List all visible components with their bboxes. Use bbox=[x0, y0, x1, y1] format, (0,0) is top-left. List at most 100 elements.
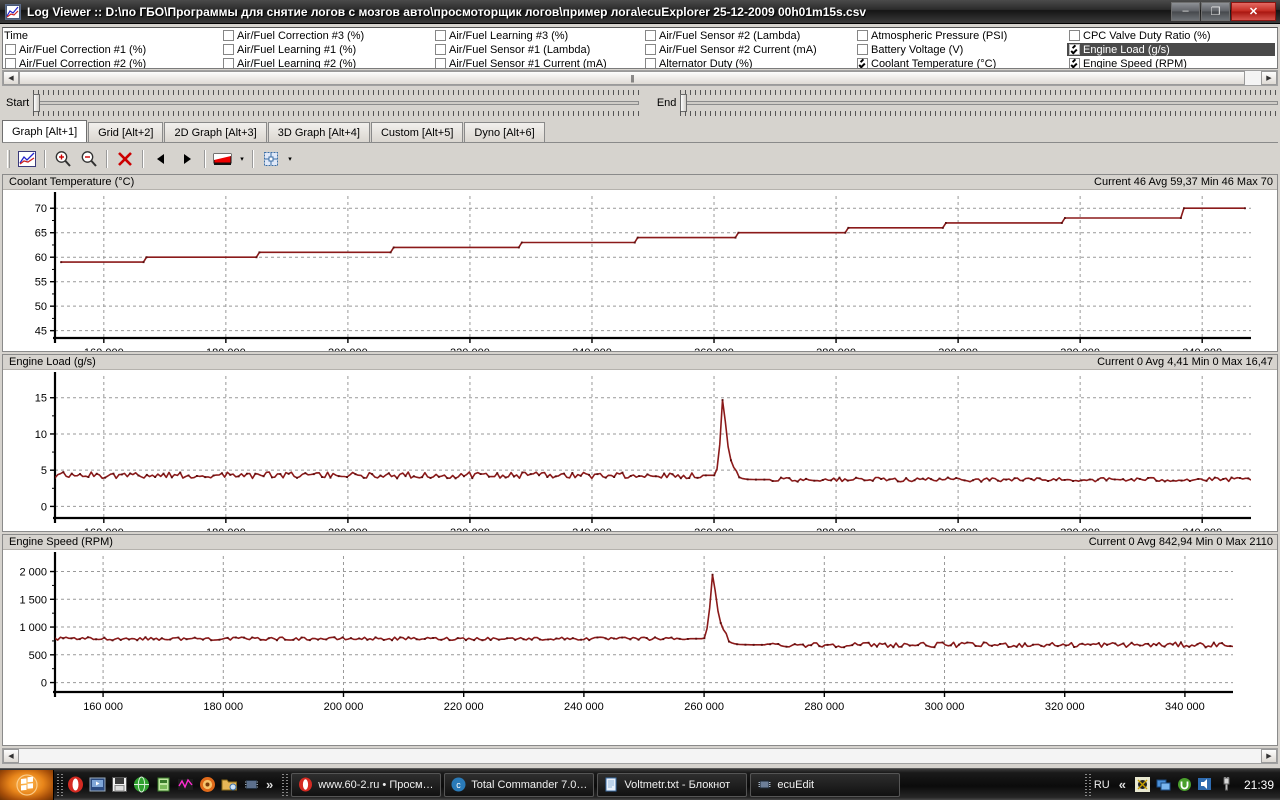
opera-icon[interactable] bbox=[66, 776, 84, 794]
graph-properties-icon[interactable] bbox=[15, 148, 39, 170]
channel-checkbox[interactable] bbox=[5, 58, 16, 68]
channel-checkbox[interactable] bbox=[857, 30, 868, 41]
close-button[interactable]: ✕ bbox=[1231, 1, 1276, 21]
quicklaunch-overflow-icon[interactable]: » bbox=[266, 777, 273, 792]
channel-item[interactable]: Air/Fuel Learning #3 (%) bbox=[433, 29, 641, 42]
chart-plot-area[interactable]: 45 50 55 60 65 70 160 000 180 000 200 000 220 000… bbox=[3, 190, 1277, 351]
taskbar-clock[interactable]: 21:39 bbox=[1244, 778, 1274, 792]
chart-panel[interactable]: Coolant Temperature (°C) Current 46 Avg 5… bbox=[2, 174, 1278, 352]
scroll-right-icon[interactable]: ▶ bbox=[1261, 71, 1277, 85]
quicklaunch-grip[interactable] bbox=[57, 773, 63, 796]
channel-item[interactable]: Air/Fuel Correction #3 (%) bbox=[221, 29, 429, 42]
restore-button[interactable]: ❐ bbox=[1201, 1, 1230, 21]
tab-dyno[interactable]: Dyno [Alt+6] bbox=[464, 122, 545, 142]
channel-checkbox[interactable] bbox=[857, 44, 868, 55]
media-player-icon[interactable] bbox=[88, 776, 106, 794]
channel-checkbox[interactable] bbox=[645, 44, 656, 55]
zoom-out-icon[interactable] bbox=[77, 148, 101, 170]
channel-item[interactable]: Engine Load (g/s) bbox=[1067, 43, 1275, 56]
quicklaunch-bar[interactable] bbox=[66, 776, 260, 794]
slider-track[interactable] bbox=[33, 101, 639, 105]
channel-item[interactable]: Engine Speed (RPM) bbox=[1067, 57, 1275, 68]
channel-checkbox[interactable] bbox=[1069, 44, 1080, 55]
channel-list-scrollbar[interactable]: ◀ ||| ▶ bbox=[2, 70, 1278, 86]
minimize-button[interactable]: – bbox=[1171, 1, 1200, 21]
channel-item[interactable]: Alternator Duty (%) bbox=[643, 57, 851, 68]
channel-item[interactable]: Air/Fuel Sensor #2 Current (mA) bbox=[643, 43, 851, 56]
tab-grid[interactable]: Grid [Alt+2] bbox=[88, 122, 164, 142]
app-green-icon[interactable] bbox=[154, 776, 172, 794]
start-slider[interactable] bbox=[33, 90, 639, 116]
floppy-save-icon[interactable] bbox=[110, 776, 128, 794]
channel-checkbox[interactable] bbox=[1069, 58, 1080, 68]
channel-checkbox[interactable] bbox=[645, 58, 656, 68]
slider-track[interactable] bbox=[680, 101, 1278, 105]
tab-3d-graph[interactable]: 3D Graph [Alt+4] bbox=[267, 122, 370, 142]
scrollbar-track[interactable]: ||| bbox=[19, 71, 1261, 85]
channel-item[interactable]: Air/Fuel Sensor #1 Current (mA) bbox=[433, 57, 641, 68]
scroll-right-icon[interactable]: ▶ bbox=[1261, 749, 1277, 763]
folder-explore-icon[interactable] bbox=[220, 776, 238, 794]
channel-item[interactable]: Battery Voltage (V) bbox=[855, 43, 1063, 56]
tab-custom[interactable]: Custom [Alt+5] bbox=[370, 122, 464, 142]
channel-checkbox[interactable] bbox=[1069, 30, 1080, 41]
channel-item[interactable]: Time bbox=[3, 29, 211, 42]
end-slider-thumb[interactable] bbox=[680, 94, 688, 112]
color-dropdown-icon[interactable]: ▾ bbox=[236, 148, 248, 170]
channel-item[interactable]: Atmospheric Pressure (PSI) bbox=[855, 29, 1063, 42]
chart-plot-area[interactable]: 0 5 10 15 160 000 180 000 200 000 220 000 240 00… bbox=[3, 370, 1277, 531]
task-buttons[interactable]: www.60-2.ru • Просм… c Total Commander 7.0… bbox=[291, 772, 1082, 797]
tasks-grip[interactable] bbox=[282, 773, 289, 796]
tab-graph[interactable]: Graph [Alt+1] bbox=[2, 120, 88, 142]
globe-icon[interactable] bbox=[132, 776, 150, 794]
graph-toolbar[interactable]: ▾ ▾ bbox=[2, 146, 1278, 172]
scroll-left-icon[interactable]: ◀ bbox=[3, 749, 19, 763]
view-tabs[interactable]: Graph [Alt+1] Grid [Alt+2] 2D Graph [Alt+3… bbox=[2, 120, 1278, 143]
scrollbar-thumb[interactable]: ||| bbox=[19, 71, 1245, 85]
channel-item[interactable]: Coolant Temperature (°C) bbox=[855, 57, 1063, 68]
channel-item[interactable]: Air/Fuel Learning #1 (%) bbox=[221, 43, 429, 56]
system-tray[interactable]: RU « 21:39 bbox=[1094, 777, 1274, 793]
antivirus-icon[interactable] bbox=[1135, 777, 1151, 793]
firefox-icon[interactable] bbox=[198, 776, 216, 794]
channel-item[interactable]: Air/Fuel Learning #2 (%) bbox=[221, 57, 429, 68]
channel-checkbox[interactable] bbox=[223, 58, 234, 68]
layout-dropdown-icon[interactable]: ▾ bbox=[284, 148, 296, 170]
channel-checkbox[interactable] bbox=[223, 30, 234, 41]
channel-list-panel[interactable]: Time Air/Fuel Correction #1 (%) Air/Fuel C… bbox=[2, 27, 1278, 69]
color-fill-icon[interactable] bbox=[211, 148, 235, 170]
taskbar-button[interactable]: www.60-2.ru • Просм… bbox=[291, 772, 442, 797]
start-slider-thumb[interactable] bbox=[33, 94, 41, 112]
channel-checkbox[interactable] bbox=[857, 58, 868, 68]
chart-plot-area[interactable]: 0 500 1 000 1 500 2 000 160 000 180 000 200 000… bbox=[3, 550, 1277, 745]
taskbar-button[interactable]: c Total Commander 7.0… bbox=[444, 772, 595, 797]
chart-panel[interactable]: Engine Load (g/s) Current 0 Avg 4,41 Min … bbox=[2, 354, 1278, 532]
clear-icon[interactable] bbox=[113, 148, 137, 170]
zoom-in-icon[interactable] bbox=[51, 148, 75, 170]
tray-expand-icon[interactable]: « bbox=[1119, 777, 1126, 792]
chart-panel[interactable]: Engine Speed (RPM) Current 0 Avg 842,94 M… bbox=[2, 534, 1278, 746]
channel-checkbox[interactable] bbox=[5, 44, 16, 55]
prev-icon[interactable] bbox=[149, 148, 173, 170]
tray-grip[interactable] bbox=[1084, 773, 1091, 796]
channel-item[interactable]: Air/Fuel Sensor #2 (Lambda) bbox=[643, 29, 851, 42]
volume-icon[interactable] bbox=[1198, 777, 1214, 793]
end-slider[interactable] bbox=[680, 90, 1278, 116]
channel-checkbox[interactable] bbox=[223, 44, 234, 55]
language-indicator[interactable]: RU bbox=[1094, 779, 1110, 791]
chip-icon[interactable] bbox=[242, 776, 260, 794]
layout-grid-icon[interactable] bbox=[259, 148, 283, 170]
channel-checkbox[interactable] bbox=[435, 30, 446, 41]
graph-area-scrollbar[interactable]: ◀ ▶ bbox=[2, 748, 1278, 764]
channel-checkbox[interactable] bbox=[645, 30, 656, 41]
channel-item[interactable]: Air/Fuel Correction #1 (%) bbox=[3, 43, 211, 56]
next-icon[interactable] bbox=[175, 148, 199, 170]
taskbar-button[interactable]: ecuEdit bbox=[750, 772, 901, 797]
channel-item[interactable]: Air/Fuel Correction #2 (%) bbox=[3, 57, 211, 68]
channel-item[interactable]: CPC Valve Duty Ratio (%) bbox=[1067, 29, 1275, 42]
network-icon[interactable] bbox=[1156, 777, 1172, 793]
channel-checkbox[interactable] bbox=[435, 44, 446, 55]
start-orb-icon[interactable] bbox=[0, 769, 54, 800]
power-icon[interactable] bbox=[1219, 777, 1235, 793]
channel-item[interactable]: Air/Fuel Sensor #1 (Lambda) bbox=[433, 43, 641, 56]
